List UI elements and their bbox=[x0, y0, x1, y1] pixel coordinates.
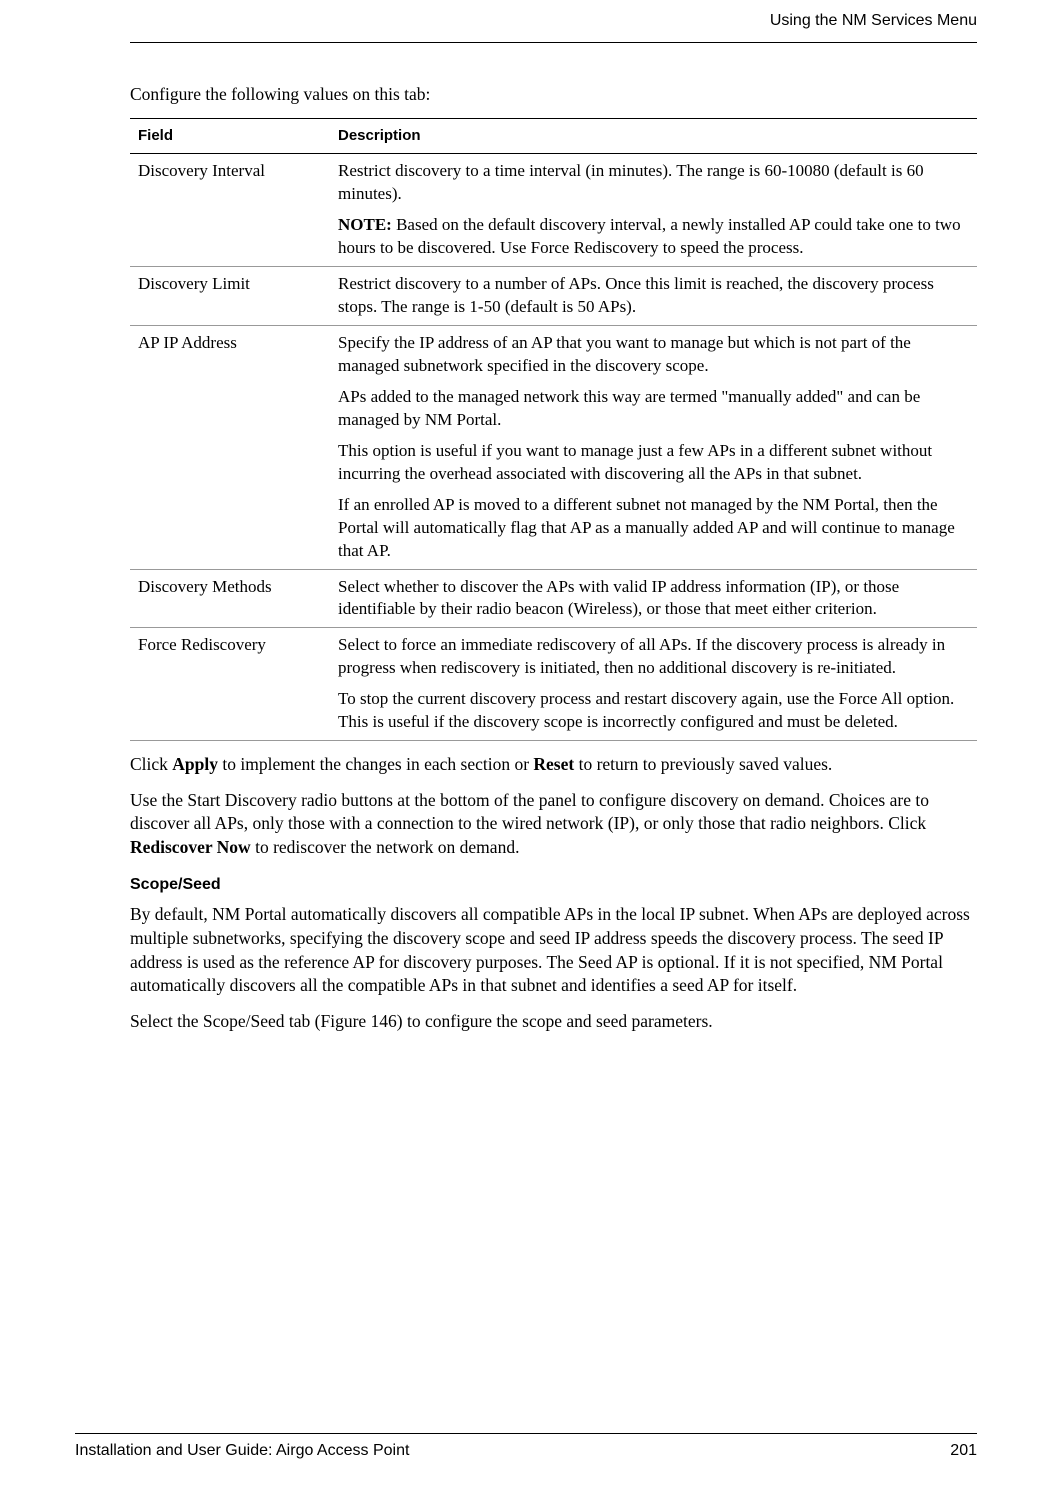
reset-bold: Reset bbox=[533, 754, 574, 774]
scope-seed-para2: Select the Scope/Seed tab (Figure 146) t… bbox=[130, 1010, 977, 1034]
description-paragraph: APs added to the managed network this wa… bbox=[338, 386, 969, 432]
apply-reset-paragraph: Click Apply to implement the changes in … bbox=[130, 753, 977, 777]
description-cell: Select to force an immediate rediscovery… bbox=[330, 628, 977, 741]
field-cell: Force Rediscovery bbox=[130, 628, 330, 741]
field-cell: AP IP Address bbox=[130, 326, 330, 569]
description-cell: Restrict discovery to a time interval (i… bbox=[330, 154, 977, 267]
description-paragraph: Specify the IP address of an AP that you… bbox=[338, 332, 969, 378]
field-cell: Discovery Limit bbox=[130, 267, 330, 326]
description-cell: Restrict discovery to a number of APs. O… bbox=[330, 267, 977, 326]
description-paragraph: NOTE: Based on the default discovery int… bbox=[338, 214, 969, 260]
footer-left: Installation and User Guide: Airgo Acces… bbox=[75, 1440, 409, 1462]
description-paragraph: If an enrolled AP is moved to a differen… bbox=[338, 494, 969, 563]
scope-seed-para1: By default, NM Portal automatically disc… bbox=[130, 903, 977, 998]
field-cell: Discovery Interval bbox=[130, 154, 330, 267]
description-paragraph: To stop the current discovery process an… bbox=[338, 688, 969, 734]
description-cell: Select whether to discover the APs with … bbox=[330, 569, 977, 628]
start-discovery-paragraph: Use the Start Discovery radio buttons at… bbox=[130, 789, 977, 860]
description-paragraph: Restrict discovery to a time interval (i… bbox=[338, 160, 969, 206]
description-paragraph: This option is useful if you want to man… bbox=[338, 440, 969, 486]
table-header-description: Description bbox=[330, 119, 977, 154]
scope-seed-heading: Scope/Seed bbox=[130, 874, 977, 896]
rediscover-now-bold: Rediscover Now bbox=[130, 837, 251, 857]
intro-text: Configure the following values on this t… bbox=[130, 83, 977, 107]
table-row: Force RediscoverySelect to force an imme… bbox=[130, 628, 977, 741]
table-header-field: Field bbox=[130, 119, 330, 154]
table-row: Discovery IntervalRestrict discovery to … bbox=[130, 154, 977, 267]
note-prefix: NOTE: bbox=[338, 215, 396, 234]
page-header: Using the NM Services Menu bbox=[130, 10, 977, 43]
apply-bold: Apply bbox=[172, 754, 218, 774]
description-paragraph: Select to force an immediate rediscovery… bbox=[338, 634, 969, 680]
table-body: Discovery IntervalRestrict discovery to … bbox=[130, 154, 977, 741]
field-description-table: Field Description Discovery IntervalRest… bbox=[130, 118, 977, 741]
description-cell: Specify the IP address of an AP that you… bbox=[330, 326, 977, 569]
table-row: Discovery MethodsSelect whether to disco… bbox=[130, 569, 977, 628]
description-paragraph: Restrict discovery to a number of APs. O… bbox=[338, 273, 969, 319]
section-title: Using the NM Services Menu bbox=[770, 12, 977, 29]
footer-page-number: 201 bbox=[950, 1440, 977, 1462]
description-paragraph: Select whether to discover the APs with … bbox=[338, 576, 969, 622]
table-row: AP IP AddressSpecify the IP address of a… bbox=[130, 326, 977, 569]
table-row: Discovery LimitRestrict discovery to a n… bbox=[130, 267, 977, 326]
page-footer: Installation and User Guide: Airgo Acces… bbox=[75, 1433, 977, 1462]
field-cell: Discovery Methods bbox=[130, 569, 330, 628]
